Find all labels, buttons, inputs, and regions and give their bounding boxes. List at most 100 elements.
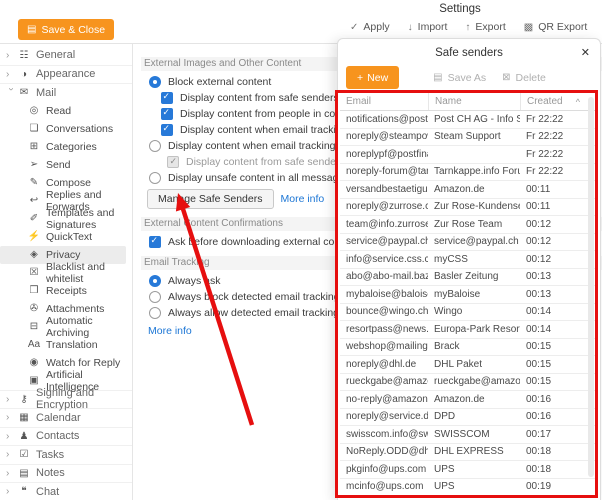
table-row[interactable]: rueckgabe@amazon.derueckgabe@amazon.de00… [340, 374, 596, 392]
table-row[interactable]: bounce@wingo.chWingo00:14 [340, 304, 596, 322]
close-icon[interactable]: ✕ [581, 46, 590, 59]
table-row[interactable]: no-reply@amazon.deAmazon.de00:16 [340, 391, 596, 409]
sidebar-item-label: Attachments [46, 303, 104, 315]
radio-unchecked-icon[interactable] [149, 291, 161, 303]
tasks-icon: ☑ [16, 449, 32, 460]
sidebar-item-label: QuickText [46, 231, 92, 243]
radio-unchecked-icon[interactable] [149, 140, 161, 152]
templates-signatures-icon: ✐ [26, 213, 42, 224]
table-row[interactable]: mcinfo@ups.comUPS00:19 [340, 479, 596, 496]
sidebar-item-label: Templates and Signatures [46, 207, 132, 231]
sidebar-item-tasks[interactable]: ›☑Tasks [0, 445, 132, 464]
table-row[interactable]: info@service.css.chmyCSS00:12 [340, 251, 596, 269]
new-sender-button[interactable]: + New [346, 66, 399, 89]
sidebar-item-label: Calendar [36, 412, 81, 424]
sidebar-item-notes[interactable]: ›▤Notes [0, 464, 132, 483]
email-cell: info@service.css.ch [340, 254, 428, 265]
save-and-close-button[interactable]: ▤ Save & Close [18, 19, 114, 40]
sidebar-item-label: Notes [36, 467, 65, 479]
table-row[interactable]: noreply@zurrose.chZur Rose-Kundenservice… [340, 199, 596, 217]
table-row[interactable]: versandbestaetigung@amazo...Amazon.de00:… [340, 181, 596, 199]
sidebar-item-mail[interactable]: ›✉Mail [0, 83, 132, 102]
sidebar-item-blacklist-and-whitelist[interactable]: ☒Blacklist and whitelist [0, 264, 132, 282]
sidebar-item-label: Conversations [46, 123, 113, 135]
sidebar-item-contacts[interactable]: ›♟Contacts [0, 427, 132, 446]
table-scrollbar[interactable] [588, 97, 594, 477]
radio-unchecked-icon[interactable] [149, 307, 161, 319]
qr-export-label: QR Export [538, 21, 587, 33]
column-header-email[interactable]: Email [340, 96, 428, 107]
checkbox-checked-icon[interactable] [161, 108, 173, 120]
column-header-created[interactable]: Created^ [520, 93, 596, 110]
table-row[interactable]: team@info.zurrose.chZur Rose Team00:12 [340, 216, 596, 234]
import-label: Import [418, 21, 448, 33]
export-label: Export [475, 21, 505, 33]
table-row[interactable]: webshop@mailings.brack.chBrack00:15 [340, 339, 596, 357]
checkbox-checked-icon[interactable] [161, 92, 173, 104]
sidebar-item-label: Privacy [46, 249, 80, 261]
sidebar-item-read[interactable]: ◎Read [0, 102, 132, 120]
sidebar-item-categories[interactable]: ⊞Categories [0, 138, 132, 156]
sort-ascending-icon[interactable]: ^ [576, 93, 580, 110]
table-row[interactable]: noreply@dhl.deDHL Paket00:15 [340, 356, 596, 374]
table-row[interactable]: noreply@steampowered.comSteam SupportFr … [340, 129, 596, 147]
apply-button[interactable]: ✓ Apply [350, 21, 390, 33]
created-cell: 00:16 [520, 394, 596, 405]
table-row[interactable]: noreply-forum@tarnkappe.infoTarnkappe.in… [340, 164, 596, 182]
sidebar-item-signing-and-encryption[interactable]: ›⚷Signing and Encryption [0, 390, 132, 409]
save-and-close-label: Save & Close [41, 24, 105, 36]
table-row[interactable]: NoReply.ODD@dhl.comDHL EXPRESS00:18 [340, 444, 596, 462]
name-cell: UPS [428, 481, 520, 492]
checkbox-checked-icon[interactable] [161, 124, 173, 136]
name-cell: DHL Paket [428, 359, 520, 370]
column-header-name[interactable]: Name [428, 93, 520, 110]
table-row[interactable]: resortpass@news.europapark...Europa-Park… [340, 321, 596, 339]
table-row[interactable]: service@paypal.chservice@paypal.ch00:12 [340, 234, 596, 252]
table-row[interactable]: noreply@service.dpd.deDPD00:16 [340, 409, 596, 427]
name-cell: Steam Support [428, 131, 520, 142]
qr-export-button[interactable]: ▩ QR Export [524, 21, 587, 33]
notes-icon: ▤ [16, 468, 32, 479]
chevron-down-icon: › [6, 88, 17, 98]
more-info-link[interactable]: More info [281, 193, 325, 205]
sidebar-item-appearance[interactable]: ›◑Appearance [0, 65, 132, 84]
table-row[interactable]: pkginfo@ups.comUPS00:18 [340, 461, 596, 479]
sidebar-item-templates-and-signatures[interactable]: ✐ Templates and Signatures [0, 210, 132, 228]
option-label: Display unsafe content in all messages [168, 172, 350, 184]
table-row[interactable]: noreplypf@postfinance.chFr 22:22 [340, 146, 596, 164]
name-cell: service@paypal.ch [428, 236, 520, 247]
dialog-toolbar: + New ▤ Save As ⊠ Delete [338, 59, 600, 89]
sidebar-item-automatic-archiving[interactable]: ⊟Automatic Archiving [0, 318, 132, 336]
sidebar-item-label: Send [46, 159, 71, 171]
save-as-button[interactable]: ▤ Save As [433, 72, 486, 84]
sidebar-item-send[interactable]: ➢Send [0, 156, 132, 174]
manage-safe-senders-button[interactable]: Manage Safe Senders [147, 189, 274, 209]
export-icon: ↑ [465, 22, 470, 33]
sidebar-item-label: Translation [46, 339, 98, 351]
name-cell: Basler Zeitung [428, 271, 520, 282]
table-row[interactable]: notifications@post.chPost CH AG - Info S… [340, 111, 596, 129]
radio-unchecked-icon[interactable] [149, 172, 161, 184]
table-row[interactable]: mybaloise@baloise.chmyBaloise00:13 [340, 286, 596, 304]
sidebar-item-general[interactable]: ›☷General [0, 46, 132, 65]
delete-label: Delete [516, 72, 546, 84]
checkbox-checked-icon[interactable] [149, 236, 161, 248]
radio-checked-icon[interactable] [149, 76, 161, 88]
export-button[interactable]: ↑ Export [465, 21, 505, 33]
chevron-right-icon: › [6, 431, 16, 442]
more-info-link[interactable]: More info [148, 325, 192, 337]
delete-button[interactable]: ⊠ Delete [502, 72, 546, 84]
sidebar-item-chat[interactable]: ›❝Chat [0, 482, 132, 500]
created-cell: 00:13 [520, 271, 596, 282]
mail-icon: ✉ [16, 87, 32, 98]
privacy-shield-icon: ◈ [26, 249, 42, 260]
radio-checked-icon[interactable] [149, 275, 161, 287]
table-row[interactable]: swisscom.info@swisscom.comSWISSCOM00:17 [340, 426, 596, 444]
table-row[interactable]: abo@abo-mail.bazonline.chBasler Zeitung0… [340, 269, 596, 287]
created-cell: 00:15 [520, 359, 596, 370]
sidebar-item-conversations[interactable]: ❏Conversations [0, 120, 132, 138]
attachments-icon: ✇ [26, 303, 42, 314]
checkbox-checked-icon[interactable] [167, 156, 179, 168]
import-button[interactable]: ↓ Import [408, 21, 448, 33]
email-cell: abo@abo-mail.bazonline.ch [340, 271, 428, 282]
